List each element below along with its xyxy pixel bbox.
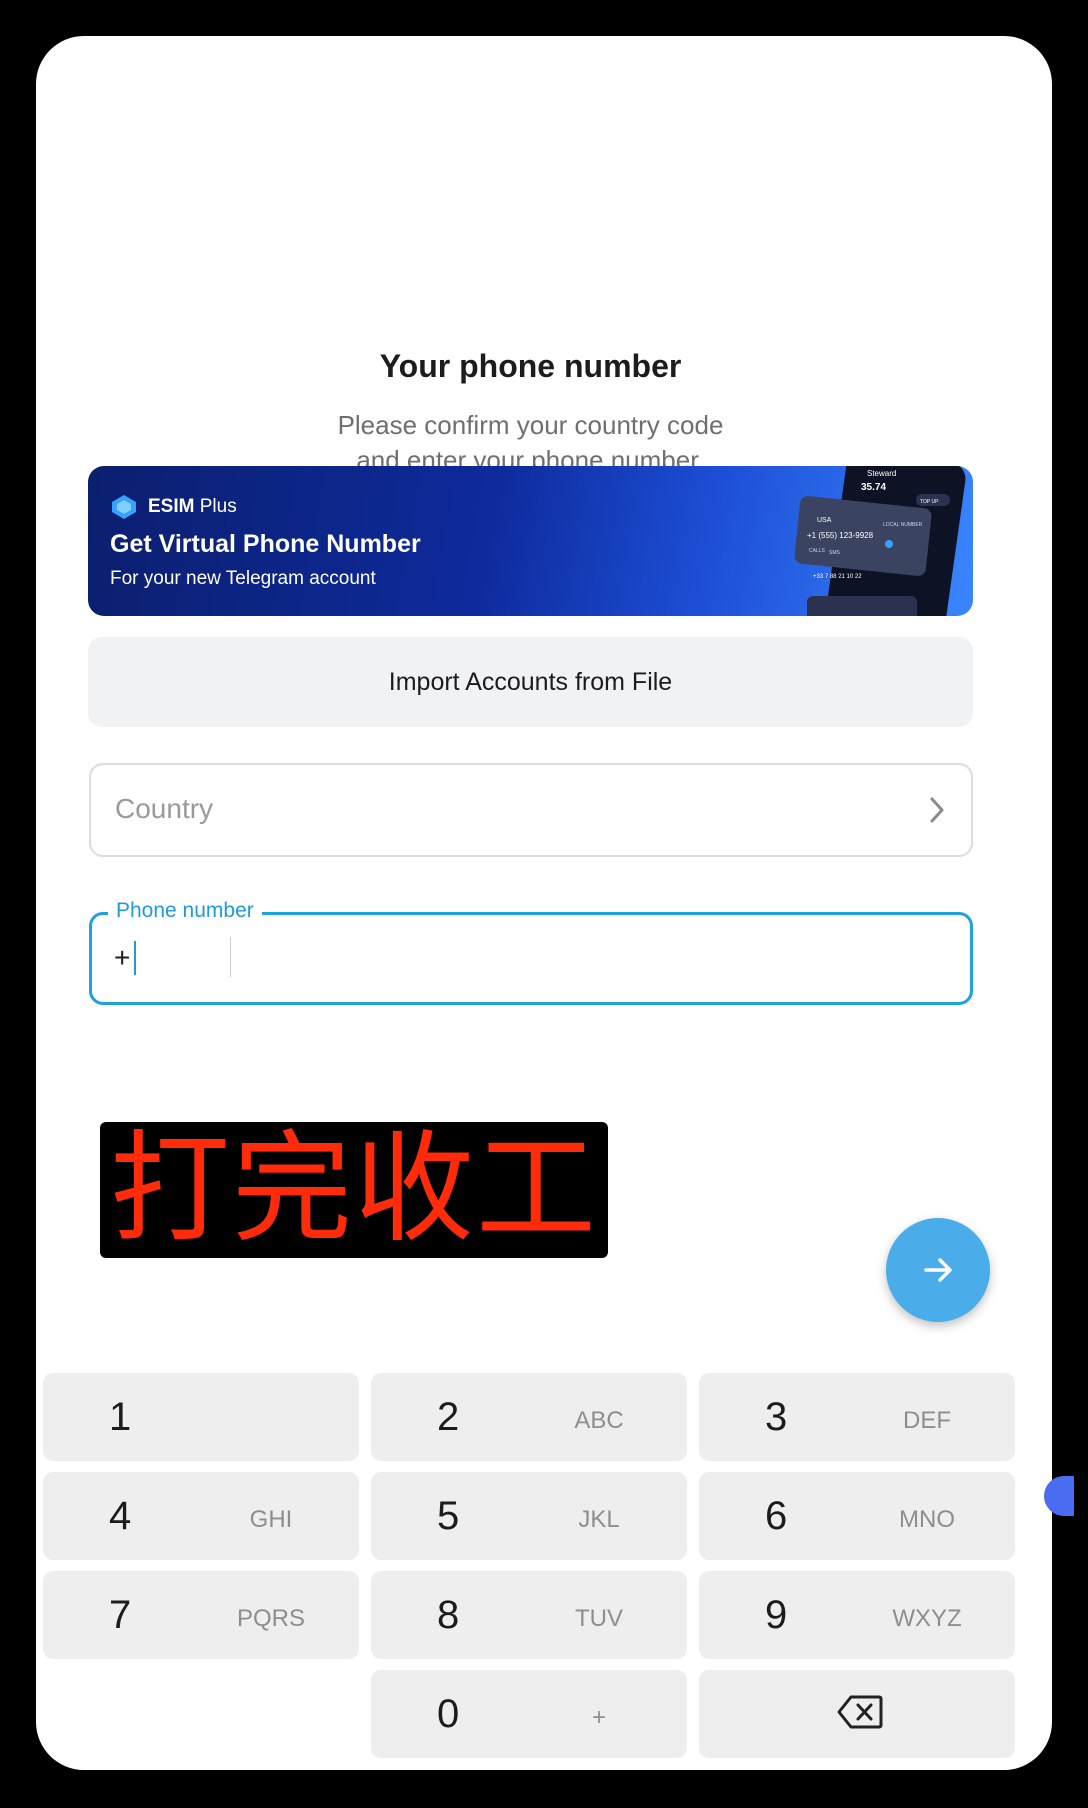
country-placeholder: Country <box>115 793 214 824</box>
key-letters: GHI <box>249 1506 293 1533</box>
key-9[interactable]: 9 WXYZ <box>699 1571 1015 1659</box>
key-digit: 4 <box>109 1494 132 1538</box>
key-letters: + <box>591 1704 606 1731</box>
key-digit: 2 <box>437 1395 460 1439</box>
esim-logo: ESIM Plus <box>110 494 237 520</box>
key-6[interactable]: 6 MNO <box>699 1472 1015 1560</box>
key-8[interactable]: 8 TUV <box>371 1571 687 1659</box>
mockup-tag-sms: SMS <box>829 550 841 556</box>
page-title: Your phone number <box>379 348 682 384</box>
country-code-input[interactable]: + <box>114 942 130 974</box>
import-accounts-button[interactable]: Import Accounts from File <box>88 637 973 727</box>
key-3[interactable]: 3 DEF <box>699 1373 1015 1461</box>
esim-brand: ESIM Plus <box>148 496 237 517</box>
code-separator <box>230 937 231 977</box>
key-letters: ABC <box>574 1407 624 1434</box>
arrow-right-icon <box>924 1258 952 1282</box>
banner-subtitle: For your new Telegram account <box>110 568 376 589</box>
key-7[interactable]: 7 PQRS <box>43 1571 359 1659</box>
text-cursor <box>134 941 136 975</box>
mockup-tag-calls: CALLS <box>809 548 826 554</box>
banner-title: Get Virtual Phone Number <box>110 530 421 558</box>
key-4[interactable]: 4 GHI <box>43 1472 359 1560</box>
key-0[interactable]: 0 + <box>371 1670 687 1758</box>
key-digit: 0 <box>437 1692 460 1736</box>
subtitle-line-1: Please confirm your country code <box>337 410 724 440</box>
esim-logo-icon <box>112 495 136 519</box>
mockup-balance: 35.74 <box>861 482 886 493</box>
key-digit: 1 <box>109 1395 132 1439</box>
key-1[interactable]: 1 <box>43 1373 359 1461</box>
key-digit: 6 <box>765 1494 788 1538</box>
key-digit: 5 <box>437 1494 460 1538</box>
key-letters: WXYZ <box>892 1605 962 1632</box>
key-digit: 9 <box>765 1593 788 1637</box>
mockup-number-2: +33 7 88 21 10 22 <box>813 574 862 580</box>
key-2[interactable]: 2 ABC <box>371 1373 687 1461</box>
chevron-right-icon <box>930 797 944 823</box>
key-letters: TUV <box>575 1605 623 1632</box>
backspace-icon <box>837 1695 883 1729</box>
esim-promo-banner[interactable]: ESIM Plus Get Virtual Phone Number For y… <box>88 466 973 616</box>
phone-number-field[interactable]: Phone number + <box>89 899 973 1005</box>
overlay-stamp-text: 打完收工 <box>100 1122 608 1258</box>
mockup-name: Steward <box>867 469 896 478</box>
key-digit: 8 <box>437 1593 460 1637</box>
phone-mockup-illustration: Steward 35.74 TOP UP USA LOCAL NUMBER +1… <box>794 466 966 616</box>
key-digit: 3 <box>765 1395 788 1439</box>
key-letters: PQRS <box>236 1605 305 1632</box>
mockup-country: USA <box>817 517 832 524</box>
mockup-local-number: LOCAL NUMBER <box>883 522 923 528</box>
app-screen: Your phone number Please confirm your co… <box>36 36 1052 1770</box>
phone-number-label: Phone number <box>108 899 262 923</box>
key-digit: 7 <box>109 1593 132 1637</box>
key-5[interactable]: 5 JKL <box>371 1472 687 1560</box>
mockup-top-up: TOP UP <box>920 499 939 505</box>
key-letters: JKL <box>578 1506 620 1533</box>
key-letters: MNO <box>899 1506 955 1533</box>
mockup-number: +1 (555) 123-9928 <box>807 531 874 540</box>
key-letters: DEF <box>903 1407 951 1434</box>
country-selector[interactable]: Country <box>89 763 973 857</box>
backspace-key[interactable] <box>699 1670 1015 1758</box>
next-button[interactable] <box>886 1218 990 1322</box>
